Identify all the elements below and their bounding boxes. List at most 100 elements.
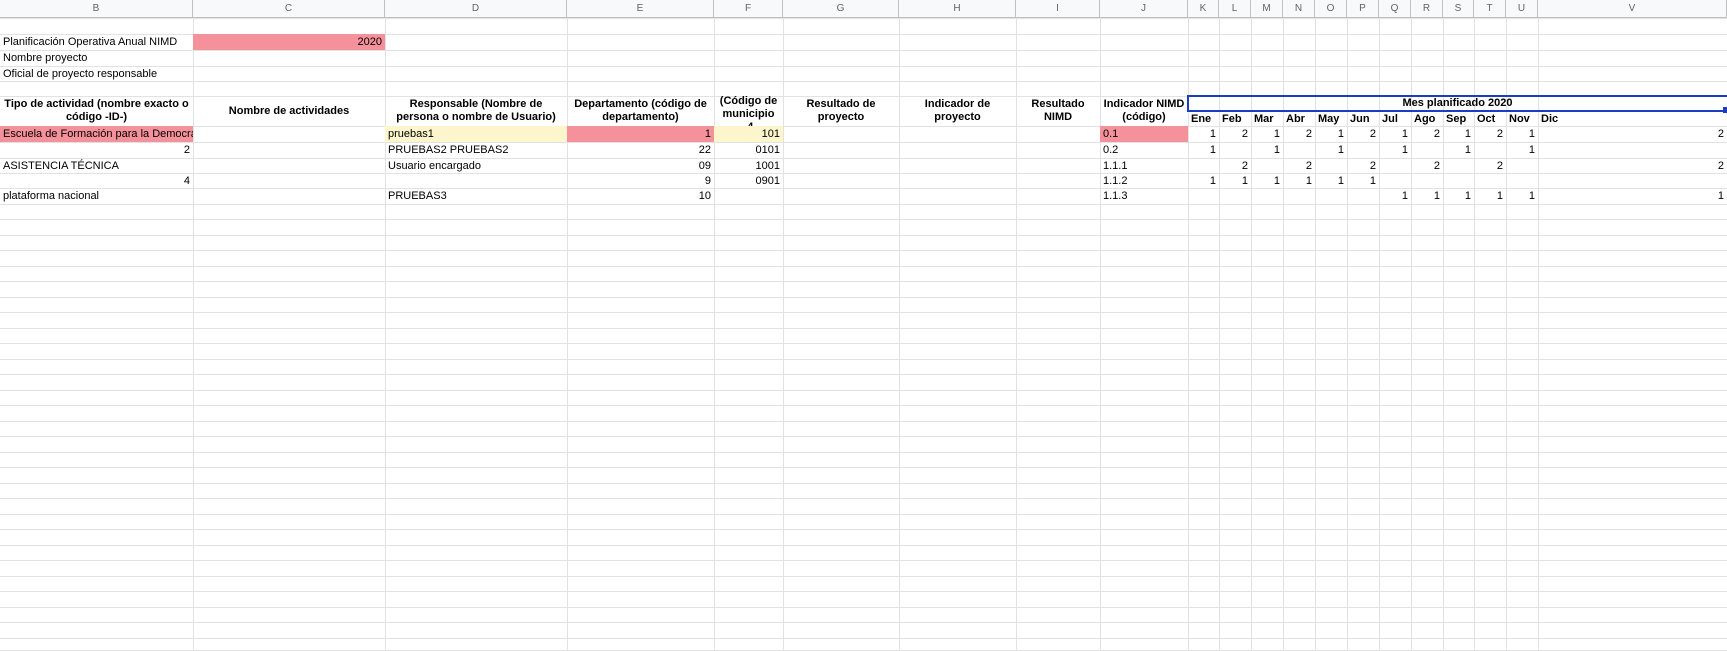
cell-month-dic[interactable]: 2	[1538, 158, 1727, 173]
cell-municipio[interactable]: 1001	[714, 158, 783, 173]
header-departamento[interactable]: Departamento (código de departamento)	[567, 96, 714, 126]
cell-month-dic[interactable]	[1538, 142, 1727, 158]
column-header-t[interactable]: T	[1474, 0, 1506, 18]
column-header-m[interactable]: M	[1251, 0, 1283, 18]
plan-year-cell[interactable]: 2020	[193, 34, 385, 50]
cell-tipo-actividad[interactable]: Escuela de Formación para la Democracia	[0, 126, 193, 142]
cell-month-feb[interactable]: 1	[1219, 173, 1251, 188]
cell-municipio[interactable]: 0101	[714, 142, 783, 158]
cell-tipo-actividad[interactable]: 4	[0, 173, 193, 188]
cell-month-nov[interactable]	[1506, 158, 1538, 173]
cell-month-dic[interactable]: 1	[1538, 188, 1727, 204]
column-header-e[interactable]: E	[567, 0, 714, 18]
cell-month-nov[interactable]: 1	[1506, 142, 1538, 158]
cell-month-mar[interactable]: 1	[1251, 126, 1283, 142]
cell-departamento[interactable]: 1	[567, 126, 714, 142]
cell-month-abr[interactable]: 2	[1283, 126, 1315, 142]
cell-month-may[interactable]	[1315, 158, 1347, 173]
cell-month-jul[interactable]: 1	[1379, 126, 1411, 142]
header-month-abr[interactable]: Abr	[1283, 111, 1315, 126]
header-mes-planificado[interactable]: Mes planificado 2020	[1188, 96, 1727, 111]
cell-month-abr[interactable]: 1	[1283, 173, 1315, 188]
header-municipio[interactable]: ·(Código de municipio -4	[714, 96, 783, 126]
cell-nombre-actividad[interactable]	[193, 158, 385, 173]
cell-month-feb[interactable]	[1219, 188, 1251, 204]
header-month-dic[interactable]: Dic	[1538, 111, 1727, 126]
cell-month-ago[interactable]: 1	[1411, 188, 1443, 204]
header-month-oct[interactable]: Oct	[1474, 111, 1506, 126]
cell-month-jun[interactable]: 1	[1347, 173, 1379, 188]
header-month-feb[interactable]: Feb	[1219, 111, 1251, 126]
header-indicador-nimd[interactable]: Indicador NIMD (código)	[1100, 96, 1188, 126]
cell-month-jun[interactable]	[1347, 142, 1379, 158]
column-header-k[interactable]: K	[1188, 0, 1219, 18]
cell-month-may[interactable]: 1	[1315, 126, 1347, 142]
cell-month-ene[interactable]	[1188, 158, 1219, 173]
cell-responsable[interactable]: pruebas1	[385, 126, 567, 142]
header-month-jul[interactable]: Jul	[1379, 111, 1411, 126]
cell-month-jul[interactable]: 1	[1379, 142, 1411, 158]
header-month-ene[interactable]: Ene	[1188, 111, 1219, 126]
header-tipo-actividad[interactable]: Tipo de actividad (nombre exacto o códig…	[0, 96, 193, 126]
column-header-o[interactable]: O	[1315, 0, 1347, 18]
selection-fill-handle[interactable]	[1723, 107, 1727, 113]
header-resultado-nimd[interactable]: Resultado NIMD	[1016, 96, 1100, 126]
column-header-b[interactable]: B	[0, 0, 193, 18]
cell-tipo-actividad[interactable]: plataforma nacional	[0, 188, 193, 204]
cell-municipio[interactable]: 101	[714, 126, 783, 142]
cell-month-feb[interactable]: 2	[1219, 126, 1251, 142]
column-header-l[interactable]: L	[1219, 0, 1251, 18]
cell-month-oct[interactable]	[1474, 142, 1506, 158]
cell-month-dic[interactable]: 2	[1538, 126, 1727, 142]
cell-month-ago[interactable]	[1411, 173, 1443, 188]
cell-indicador-nimd[interactable]: 1.1.3	[1100, 188, 1188, 204]
cell-month-jul[interactable]: 1	[1379, 188, 1411, 204]
cell-month-mar[interactable]	[1251, 158, 1283, 173]
cell-municipio[interactable]: 0901	[714, 173, 783, 188]
cell-month-sep[interactable]: 1	[1443, 142, 1474, 158]
cell-month-sep[interactable]: 1	[1443, 126, 1474, 142]
cell-month-abr[interactable]	[1283, 142, 1315, 158]
column-header-n[interactable]: N	[1283, 0, 1315, 18]
cell-month-nov[interactable]: 1	[1506, 188, 1538, 204]
cell-month-mar[interactable]: 1	[1251, 142, 1283, 158]
cell-month-may[interactable]: 1	[1315, 142, 1347, 158]
header-month-nov[interactable]: Nov	[1506, 111, 1538, 126]
header-indicador-proyecto[interactable]: Indicador de proyecto	[899, 96, 1016, 126]
cell-month-jun[interactable]	[1347, 188, 1379, 204]
cell-month-ago[interactable]: 2	[1411, 158, 1443, 173]
project-officer-label[interactable]: Oficial de proyecto responsable	[0, 66, 193, 81]
cell-month-ene[interactable]: 1	[1188, 173, 1219, 188]
cell-month-oct[interactable]: 2	[1474, 158, 1506, 173]
spreadsheet-grid[interactable]: B C D E F G H I J K L M N O P Q R S T U V Planificación Opera…	[0, 0, 1727, 651]
cell-month-ago[interactable]: 2	[1411, 126, 1443, 142]
cell-month-ago[interactable]	[1411, 142, 1443, 158]
cell-month-jul[interactable]	[1379, 158, 1411, 173]
cell-month-nov[interactable]	[1506, 173, 1538, 188]
cell-responsable[interactable]: Usuario encargado	[385, 158, 567, 173]
cell-month-sep[interactable]: 1	[1443, 188, 1474, 204]
cell-nombre-actividad[interactable]	[193, 126, 385, 142]
cell-month-sep[interactable]	[1443, 158, 1474, 173]
cell-indicador-nimd[interactable]: 0.2	[1100, 142, 1188, 158]
cell-nombre-actividad[interactable]	[193, 188, 385, 204]
header-month-may[interactable]: May	[1315, 111, 1347, 126]
column-header-v[interactable]: V	[1538, 0, 1727, 18]
column-header-j[interactable]: J	[1100, 0, 1188, 18]
cell-responsable[interactable]: PRUEBAS2 PRUEBAS2	[385, 142, 567, 158]
cell-month-dic[interactable]	[1538, 173, 1727, 188]
cell-month-feb[interactable]	[1219, 142, 1251, 158]
cell-month-jun[interactable]: 2	[1347, 126, 1379, 142]
cell-nombre-actividad[interactable]	[193, 173, 385, 188]
plan-label[interactable]: Planificación Operativa Anual NIMD	[0, 34, 193, 50]
header-month-sep[interactable]: Sep	[1443, 111, 1474, 126]
column-header-i[interactable]: I	[1016, 0, 1100, 18]
cell-departamento[interactable]: 9	[567, 173, 714, 188]
column-header-p[interactable]: P	[1347, 0, 1379, 18]
project-name-label[interactable]: Nombre proyecto	[0, 50, 193, 66]
cell-month-mar[interactable]	[1251, 188, 1283, 204]
cell-indicador-nimd[interactable]: 0.1	[1100, 126, 1188, 142]
column-header-c[interactable]: C	[193, 0, 385, 18]
cell-municipio[interactable]	[714, 188, 783, 204]
column-header-d[interactable]: D	[385, 0, 567, 18]
